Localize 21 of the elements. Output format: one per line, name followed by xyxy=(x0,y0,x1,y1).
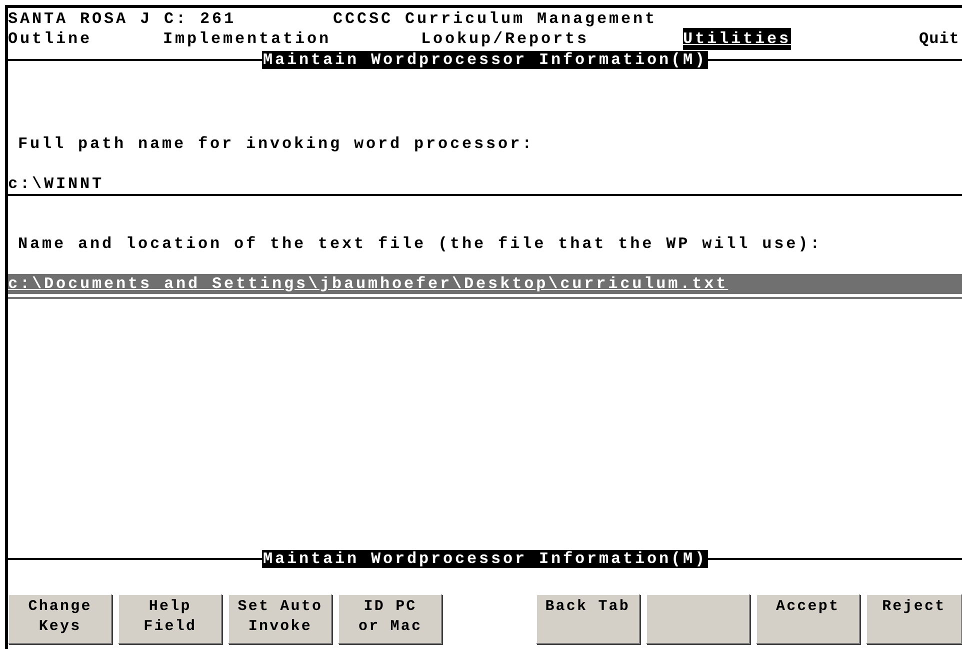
field-label: Full path name for invoking word processor: xyxy=(17,134,536,154)
input-field[interactable]: c:\Documents and Settings\jbaumhoefer\Desktop\curriculum.txt xyxy=(8,274,962,294)
function-key[interactable]: Reject xyxy=(866,594,962,644)
function-key[interactable]: Help Field xyxy=(118,594,222,644)
function-key[interactable] xyxy=(646,594,750,644)
menu-item[interactable]: Lookup/Reports xyxy=(421,28,590,50)
function-key[interactable]: Back Tab xyxy=(536,594,640,644)
app-title: CCCSC Curriculum Management xyxy=(333,10,658,28)
input-field[interactable]: c:\WINNT xyxy=(8,174,962,196)
function-key[interactable]: Set Auto Invoke xyxy=(228,594,332,644)
menu-item[interactable]: Outline xyxy=(8,28,92,50)
site-label: SANTA ROSA J C: 261 xyxy=(8,10,238,28)
section-title: Maintain Wordprocessor Information(M) xyxy=(262,51,708,69)
footer-title: Maintain Wordprocessor Information(M) xyxy=(262,550,708,568)
function-key[interactable]: Change Keys xyxy=(8,594,112,644)
menu-item[interactable]: Utilities xyxy=(683,28,792,50)
menu-item[interactable]: Quit xyxy=(919,28,960,50)
menu-item[interactable]: Implementation xyxy=(163,28,332,50)
field-label: Name and location of the text file (the file that the WP will use): xyxy=(17,234,824,254)
function-key[interactable]: Accept xyxy=(756,594,860,644)
function-key[interactable]: ID PC or Mac xyxy=(338,594,442,644)
